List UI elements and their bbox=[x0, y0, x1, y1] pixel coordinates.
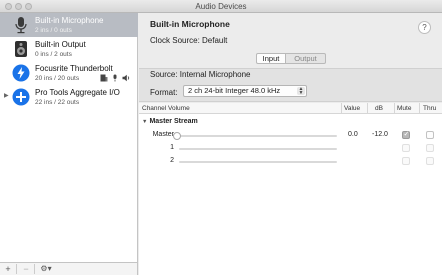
column-divider bbox=[394, 103, 395, 114]
device-item-pro-tools-aggregate[interactable]: ▶ Pro Tools Aggregate I/O 22 ins / 22 ou… bbox=[0, 85, 138, 109]
footer-divider bbox=[16, 264, 17, 274]
stream-group-header[interactable]: ▼ Master Stream bbox=[142, 118, 198, 125]
sidebar-footer: + − ⚙▾ bbox=[0, 262, 138, 275]
gear-menu-button[interactable]: ⚙▾ bbox=[36, 263, 56, 275]
speaker-icon bbox=[15, 41, 27, 57]
device-item-focusrite-thunderbolt[interactable]: Focusrite Thunderbolt 20 ins / 20 outs bbox=[0, 61, 138, 85]
disclosure-open-icon: ▼ bbox=[142, 119, 148, 125]
channel-value: 0.0 bbox=[348, 131, 358, 138]
column-mute[interactable]: Mute bbox=[397, 105, 411, 112]
clock-source: Clock Source: Default bbox=[150, 36, 228, 45]
master-volume-slider[interactable] bbox=[179, 135, 337, 137]
mute-checkbox[interactable] bbox=[402, 157, 410, 165]
column-divider bbox=[341, 103, 342, 114]
channel-label: 2 bbox=[170, 157, 174, 164]
remove-device-button[interactable]: − bbox=[20, 263, 32, 275]
disclosure-triangle-icon[interactable]: ▶ bbox=[4, 92, 9, 99]
channel-1-volume-slider[interactable] bbox=[179, 148, 337, 150]
column-thru[interactable]: Thru bbox=[423, 105, 436, 112]
device-io-count: 0 ins / 2 outs bbox=[35, 51, 72, 58]
column-db[interactable]: dB bbox=[375, 105, 383, 112]
input-source: Source: Internal Microphone bbox=[150, 70, 251, 79]
device-name: Built-in Microphone bbox=[35, 16, 104, 25]
mute-checkbox[interactable] bbox=[402, 144, 410, 152]
thru-checkbox[interactable] bbox=[426, 131, 434, 139]
column-value[interactable]: Value bbox=[344, 105, 360, 112]
tab-input[interactable]: Input bbox=[256, 53, 286, 64]
device-name: Focusrite Thunderbolt bbox=[35, 64, 113, 73]
channel-row-2: 2 bbox=[139, 156, 442, 168]
channel-label: 1 bbox=[170, 144, 174, 151]
device-title: Built-in Microphone bbox=[150, 19, 230, 29]
format-label: Format: bbox=[150, 88, 178, 97]
thunderbolt-icon bbox=[12, 64, 30, 82]
output-speaker-icon bbox=[122, 74, 130, 82]
device-item-built-in-output[interactable]: Built-in Output 0 ins / 2 outs bbox=[0, 37, 138, 61]
thru-checkbox[interactable] bbox=[426, 144, 434, 152]
column-channel-volume[interactable]: Channel Volume bbox=[142, 105, 190, 112]
column-divider bbox=[419, 103, 420, 114]
column-divider bbox=[367, 103, 368, 114]
window-title: Audio Devices bbox=[195, 2, 247, 11]
stream-group-label: Master Stream bbox=[149, 118, 198, 125]
audio-devices-window: Audio Devices Built-in Microphone 2 ins … bbox=[0, 0, 442, 275]
channel-db: -12.0 bbox=[372, 131, 388, 138]
title-bar: Audio Devices bbox=[0, 0, 442, 13]
device-name: Pro Tools Aggregate I/O bbox=[35, 88, 120, 97]
mute-checkbox[interactable] bbox=[402, 130, 410, 139]
master-volume-knob[interactable] bbox=[173, 132, 181, 140]
format-select[interactable]: 2 ch 24-bit Integer 48.0 kHz ▲ ▼ bbox=[183, 85, 307, 97]
chevron-up-down-icon: ▲ ▼ bbox=[297, 86, 305, 96]
clock-source-icon bbox=[100, 74, 108, 82]
channel-row-1: 1 bbox=[139, 143, 442, 155]
device-io-count: 20 ins / 20 outs bbox=[35, 75, 80, 82]
add-device-button[interactable]: + bbox=[2, 263, 14, 275]
help-button[interactable]: ? bbox=[418, 21, 431, 34]
channel-row-master: Master 0.0 -12.0 bbox=[139, 130, 442, 142]
device-detail: Built-in Microphone Clock Source: Defaul… bbox=[139, 13, 442, 275]
aggregate-plus-icon bbox=[12, 88, 30, 106]
microphone-icon bbox=[15, 17, 27, 34]
tab-output[interactable]: Output bbox=[286, 53, 326, 64]
format-value: 2 ch 24-bit Integer 48.0 kHz bbox=[188, 86, 281, 95]
table-header: Channel Volume Value dB Mute Thru bbox=[139, 103, 442, 114]
device-name: Built-in Output bbox=[35, 40, 86, 49]
device-item-built-in-microphone[interactable]: Built-in Microphone 2 ins / 0 outs bbox=[0, 13, 138, 37]
channel-label: Master bbox=[152, 131, 174, 138]
thru-checkbox[interactable] bbox=[426, 157, 434, 165]
channel-2-volume-slider[interactable] bbox=[179, 161, 337, 163]
channel-volume-table: Channel Volume Value dB Mute Thru ▼ Maste… bbox=[139, 103, 442, 275]
device-list: Built-in Microphone 2 ins / 0 outs Built… bbox=[0, 13, 138, 262]
device-io-count: 2 ins / 0 outs bbox=[35, 27, 72, 34]
footer-divider bbox=[34, 264, 35, 274]
input-microphone-icon bbox=[113, 74, 117, 82]
device-io-count: 22 ins / 22 outs bbox=[35, 99, 80, 106]
